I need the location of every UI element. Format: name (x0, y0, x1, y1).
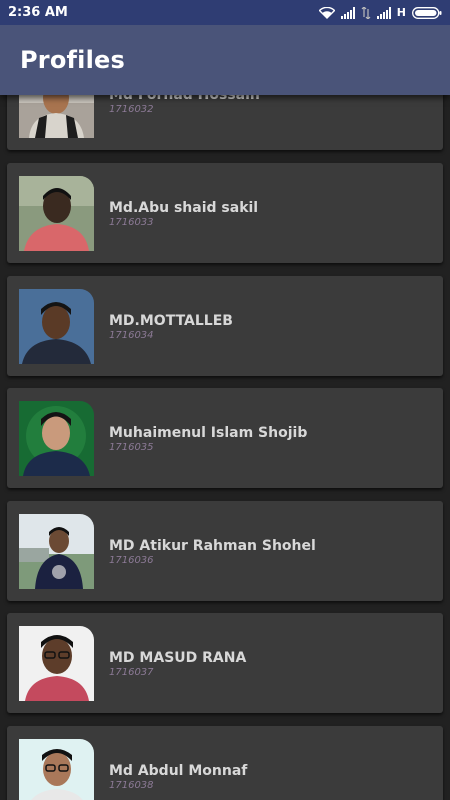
profile-info: Md Abdul Monnaf 1716038 (109, 763, 247, 792)
profile-info: Muhaimenul Islam Shojib 1716035 (109, 425, 307, 454)
avatar (19, 175, 94, 251)
profile-roll: 1716033 (109, 216, 154, 228)
profile-name: Md Abdul Monnaf (109, 762, 248, 779)
avatar (19, 625, 94, 701)
avatar (19, 288, 94, 364)
profile-list[interactable]: Md Forhad Hossain 1716032 Md.Abu shaid s… (0, 95, 450, 800)
profile-card[interactable]: Md Abdul Monnaf 1716038 (7, 726, 443, 800)
status-icons: H (318, 6, 442, 19)
profile-name: Md Forhad Hossain (109, 95, 260, 104)
profile-info: Md.Abu shaid sakil 1716033 (109, 200, 258, 229)
profile-photo (19, 738, 94, 800)
app-bar: Profiles (0, 25, 450, 95)
signal-icon (376, 6, 391, 19)
network-type-label: H (396, 6, 406, 19)
wifi-icon (318, 6, 335, 19)
data-arrows-icon (361, 6, 371, 19)
profile-card[interactable]: MD.MOTTALLEB 1716034 (7, 276, 443, 376)
profile-photo (19, 175, 94, 251)
battery-icon (412, 6, 442, 19)
profile-card[interactable]: MD Atikur Rahman Shohel 1716036 (7, 501, 443, 601)
avatar (19, 738, 94, 800)
profile-photo (19, 625, 94, 701)
status-bar: 2:36 AM H (0, 0, 450, 25)
page-title: Profiles (20, 46, 125, 74)
profile-roll: 1716038 (109, 779, 154, 791)
profile-photo (19, 288, 94, 364)
profile-photo (19, 95, 94, 138)
status-time: 2:36 AM (8, 5, 68, 20)
profile-roll: 1716032 (109, 103, 154, 115)
profile-name: Md.Abu shaid sakil (109, 199, 259, 216)
profile-photo (19, 400, 94, 476)
profile-name: MD.MOTTALLEB (109, 312, 233, 329)
profile-info: Md Forhad Hossain 1716032 (109, 95, 260, 116)
profile-card[interactable]: Muhaimenul Islam Shojib 1716035 (7, 388, 443, 488)
profile-name: Muhaimenul Islam Shojib (109, 424, 308, 441)
profile-roll: 1716036 (109, 554, 154, 566)
profile-info: MD.MOTTALLEB 1716034 (109, 313, 233, 342)
profile-name: MD MASUD RANA (109, 649, 247, 666)
signal-icon (340, 6, 355, 19)
profile-info: MD MASUD RANA 1716037 (109, 650, 246, 679)
profile-photo (19, 513, 94, 589)
profile-card[interactable]: MD MASUD RANA 1716037 (7, 613, 443, 713)
avatar (19, 400, 94, 476)
profile-roll: 1716034 (109, 329, 154, 341)
profile-card[interactable]: Md Forhad Hossain 1716032 (7, 95, 443, 150)
profile-card[interactable]: Md.Abu shaid sakil 1716033 (7, 163, 443, 263)
avatar (19, 95, 94, 138)
profile-roll: 1716037 (109, 666, 154, 678)
profile-roll: 1716035 (109, 441, 154, 453)
profile-name: MD Atikur Rahman Shohel (109, 537, 316, 554)
avatar (19, 513, 94, 589)
profile-info: MD Atikur Rahman Shohel 1716036 (109, 538, 316, 567)
